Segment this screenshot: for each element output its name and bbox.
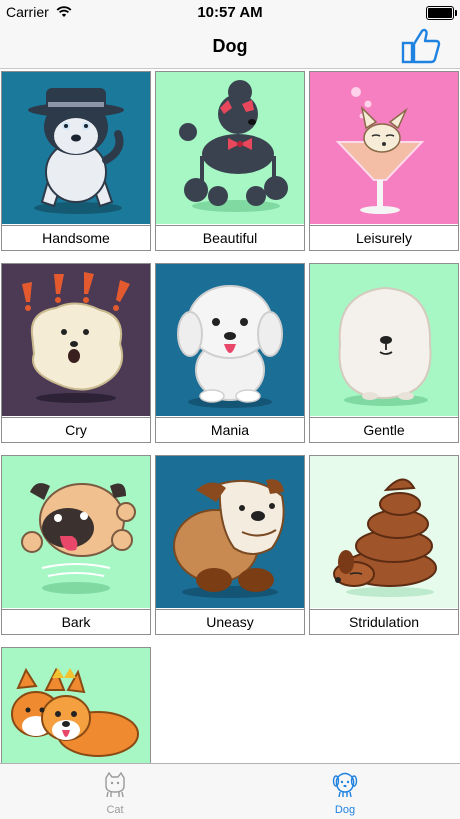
sticker-image xyxy=(2,72,150,224)
sticker-cell-bark[interactable]: Bark xyxy=(1,455,151,635)
status-bar: Carrier 10:57 AM xyxy=(0,0,460,24)
sticker-label: Bark xyxy=(2,609,150,634)
sticker-label: Stridulation xyxy=(310,609,458,634)
tab-label: Cat xyxy=(106,804,124,816)
sticker-image xyxy=(156,72,304,224)
sticker-label: Gentle xyxy=(310,417,458,442)
sticker-image xyxy=(310,72,458,224)
sticker-label: Uneasy xyxy=(156,609,304,634)
sticker-label: Cry xyxy=(2,417,150,442)
sticker-image xyxy=(310,456,458,608)
sticker-label: Mania xyxy=(156,417,304,442)
sticker-cell-gentle[interactable]: Gentle xyxy=(309,263,459,443)
sticker-cell-uneasy[interactable]: Uneasy xyxy=(155,455,305,635)
dog-icon xyxy=(332,772,358,798)
thumbs-up-icon xyxy=(401,28,441,64)
sticker-cell-beautiful[interactable]: Beautiful xyxy=(155,71,305,251)
sticker-image xyxy=(310,264,458,416)
sticker-cell-stridulation[interactable]: Stridulation xyxy=(309,455,459,635)
sticker-image xyxy=(2,264,150,416)
tab-dog[interactable]: Dog xyxy=(230,764,460,819)
sticker-cell-leisurely[interactable]: Leisurely xyxy=(309,71,459,251)
cat-icon xyxy=(105,771,125,798)
tab-cat[interactable]: Cat xyxy=(0,764,230,819)
tab-label: Dog xyxy=(334,804,356,816)
sticker-image xyxy=(2,648,150,763)
status-time: 10:57 AM xyxy=(197,4,263,21)
sticker-label: Leisurely xyxy=(310,225,458,250)
sticker-cell-cry[interactable]: Cry xyxy=(1,263,151,443)
sticker-cell-mania[interactable]: Mania xyxy=(155,263,305,443)
navigation-bar: Dog xyxy=(0,24,460,69)
sticker-cell-handsome[interactable]: Handsome xyxy=(1,71,151,251)
tab-bar: Cat Dog xyxy=(0,763,460,819)
sticker-image xyxy=(2,456,150,608)
sticker-image xyxy=(156,264,304,416)
sticker-image xyxy=(156,456,304,608)
sticker-label: Beautiful xyxy=(156,225,304,250)
sticker-grid: Handsome Beautiful Leisurely Cry Mania G… xyxy=(0,70,460,763)
like-button[interactable] xyxy=(400,26,442,66)
battery-icon xyxy=(426,6,457,20)
sticker-cell-corgi[interactable] xyxy=(1,647,151,763)
page-title: Dog xyxy=(212,36,248,56)
sticker-label: Handsome xyxy=(2,225,150,250)
